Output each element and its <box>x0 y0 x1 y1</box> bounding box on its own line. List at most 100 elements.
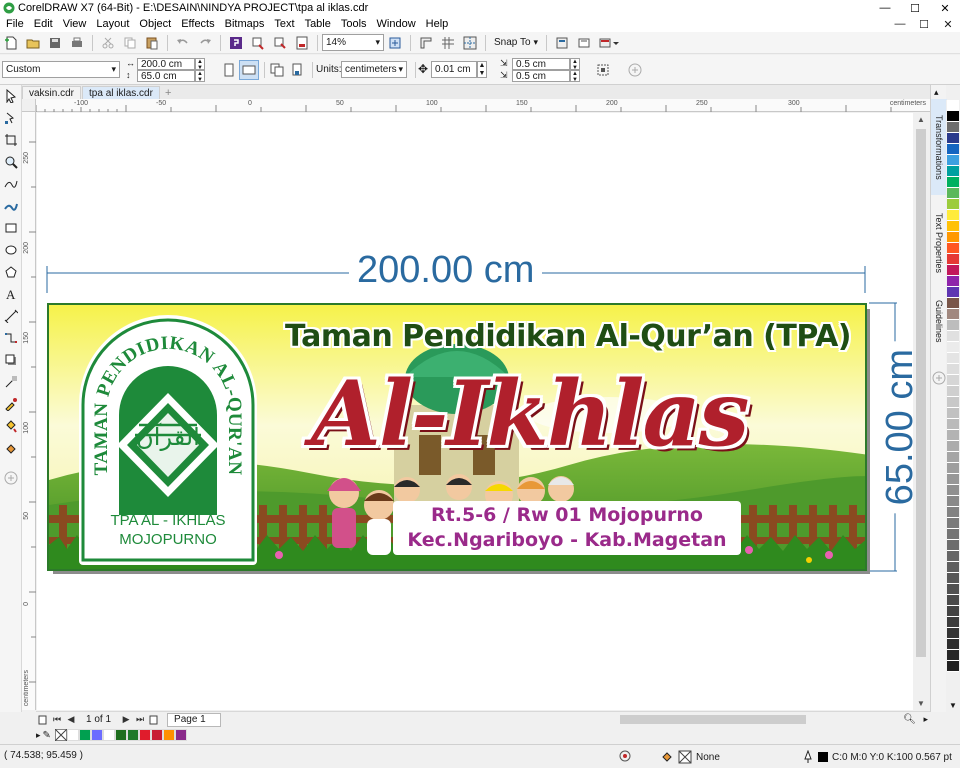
vertical-scrollbar[interactable]: ▲ ▼ <box>913 113 928 710</box>
duplicate-x-input[interactable]: 0.5 cm <box>512 58 570 70</box>
address-box[interactable]: Rt.5-6 / Rw 01 Mojopurno Kec.Ngariboyo -… <box>393 501 741 555</box>
doc-minimize-button[interactable]: — <box>888 16 912 32</box>
palette-swatch[interactable] <box>947 452 959 463</box>
page-width-spinner[interactable]: ▲ ▼ <box>195 58 205 71</box>
paste-icon[interactable] <box>142 33 162 53</box>
scroll-up-icon[interactable]: ▲ <box>917 115 925 124</box>
treat-as-filled-icon[interactable] <box>593 60 613 80</box>
rectangle-tool-icon[interactable] <box>0 217 22 239</box>
palette-swatch[interactable] <box>947 650 959 661</box>
palette-scroll-down-icon[interactable]: ▼ <box>949 701 957 710</box>
banner-heading[interactable]: Taman Pendidikan Al-Qur’an (TPA) <box>285 319 852 354</box>
palette-swatch[interactable] <box>947 309 959 320</box>
last-page-icon[interactable]: ⏭ <box>133 713 147 727</box>
document-palette-swatch[interactable] <box>138 729 151 741</box>
menu-text[interactable]: Text <box>269 18 299 30</box>
show-rulers-icon[interactable] <box>416 33 436 53</box>
palette-swatch[interactable] <box>947 232 959 243</box>
text-tool-icon[interactable]: A <box>0 283 22 305</box>
vertical-scroll-thumb[interactable] <box>916 129 926 657</box>
publish-pdf-icon[interactable] <box>292 33 312 53</box>
document-palette-swatch[interactable] <box>66 729 79 741</box>
new-document-icon[interactable] <box>1 33 21 53</box>
duplicate-x-spinner[interactable]: ▲ ▼ <box>570 58 580 71</box>
zoom-level-dropdown[interactable]: 14% <box>322 34 384 51</box>
palette-menu-icon[interactable]: ▸ <box>36 730 41 741</box>
print-icon[interactable] <box>67 33 87 53</box>
palette-swatch[interactable] <box>947 133 959 144</box>
export-icon[interactable] <box>270 33 290 53</box>
palette-swatch[interactable] <box>947 210 959 221</box>
no-color-swatch[interactable] <box>54 729 67 741</box>
add-docker-icon[interactable] <box>932 371 946 388</box>
close-button[interactable]: ✕ <box>930 0 960 16</box>
palette-swatch[interactable] <box>947 441 959 452</box>
document-palette-swatch[interactable] <box>102 729 115 741</box>
connector-tool-icon[interactable] <box>0 327 22 349</box>
palette-swatch[interactable] <box>947 562 959 573</box>
eyedropper-icon[interactable]: ✎ <box>43 730 51 741</box>
page-width-input[interactable]: 200.0 cm <box>137 58 195 70</box>
maximize-button[interactable]: ☐ <box>900 0 930 16</box>
nudge-spinner[interactable]: ▲ ▼ <box>477 61 487 78</box>
menu-effects[interactable]: Effects <box>176 18 219 30</box>
transparency-tool-icon[interactable] <box>0 371 22 393</box>
interactive-fill-icon[interactable] <box>0 415 22 437</box>
palette-swatch[interactable] <box>947 419 959 430</box>
vertical-ruler[interactable]: 250 200 150 100 50 0 centimeters <box>22 112 36 710</box>
zoom-navigator-icon[interactable]: 🔍︎ <box>903 714 916 725</box>
document-palette-swatch[interactable] <box>90 729 103 741</box>
zoom-tool-icon[interactable] <box>0 151 22 173</box>
palette-swatch[interactable] <box>947 628 959 639</box>
application-launcher-icon[interactable] <box>574 33 594 53</box>
palette-swatch[interactable] <box>947 166 959 177</box>
palette-swatch[interactable] <box>947 661 959 672</box>
palette-swatch[interactable] <box>947 518 959 529</box>
shape-tool-icon[interactable] <box>0 107 22 129</box>
palette-swatch[interactable] <box>947 276 959 287</box>
scroll-down-icon[interactable]: ▼ <box>917 699 925 708</box>
palette-swatch[interactable] <box>947 529 959 540</box>
palette-swatch[interactable] <box>947 507 959 518</box>
tpa-logo[interactable]: TAMAN PENDIDIKAN AL-QUR'AN القرآن TPA AL… <box>79 315 257 565</box>
palette-swatch[interactable] <box>947 595 959 606</box>
first-page-icon[interactable]: ⏮ <box>50 713 64 727</box>
docker-tab-guidelines[interactable]: Guidelines <box>931 291 947 351</box>
eyedropper-tool-icon[interactable] <box>0 393 22 415</box>
palette-swatch[interactable] <box>947 177 959 188</box>
page-tab-1[interactable]: Page 1 <box>167 712 221 727</box>
palette-swatch[interactable] <box>947 540 959 551</box>
save-icon[interactable] <box>45 33 65 53</box>
duplicate-y-input[interactable]: 0.5 cm <box>512 70 570 82</box>
launch-dropdown-icon[interactable] <box>596 33 622 53</box>
docker-tab-transformations[interactable]: Transformations <box>931 99 947 195</box>
search-content-icon[interactable] <box>226 33 246 53</box>
new-tab-plus-icon[interactable]: + <box>161 87 175 99</box>
previous-page-icon[interactable]: ◀ <box>64 713 78 727</box>
palette-swatch[interactable] <box>947 155 959 166</box>
document-palette-swatch[interactable] <box>114 729 127 741</box>
menu-layout[interactable]: Layout <box>91 18 134 30</box>
parallel-dimension-icon[interactable] <box>0 305 22 327</box>
fill-indicator[interactable]: None <box>660 750 720 764</box>
palette-swatch[interactable] <box>947 430 959 441</box>
document-palette-swatch[interactable] <box>126 729 139 741</box>
doc-maximize-button[interactable]: ☐ <box>912 16 936 32</box>
nudge-distance-input[interactable]: 0.01 cm <box>431 61 477 78</box>
ellipse-tool-icon[interactable] <box>0 239 22 261</box>
scroll-right-icon[interactable]: ▸ <box>923 714 928 725</box>
landscape-icon[interactable] <box>239 60 259 80</box>
menu-file[interactable]: File <box>0 18 29 30</box>
outline-indicator[interactable]: C:0 M:0 Y:0 K:100 0.567 pt <box>802 750 952 764</box>
add-page-after-icon[interactable] <box>147 713 161 727</box>
palette-swatch[interactable] <box>947 386 959 397</box>
docker-scroll-up-icon[interactable]: ▴ <box>934 87 939 98</box>
menu-edit[interactable]: Edit <box>29 18 58 30</box>
palette-swatch[interactable] <box>947 287 959 298</box>
width-dimension-label[interactable]: 200.00 cm <box>349 248 543 292</box>
palette-swatch[interactable] <box>947 320 959 331</box>
palette-swatch[interactable] <box>947 331 959 342</box>
menu-help[interactable]: Help <box>421 18 454 30</box>
palette-swatch[interactable] <box>947 496 959 507</box>
palette-swatch[interactable] <box>947 463 959 474</box>
